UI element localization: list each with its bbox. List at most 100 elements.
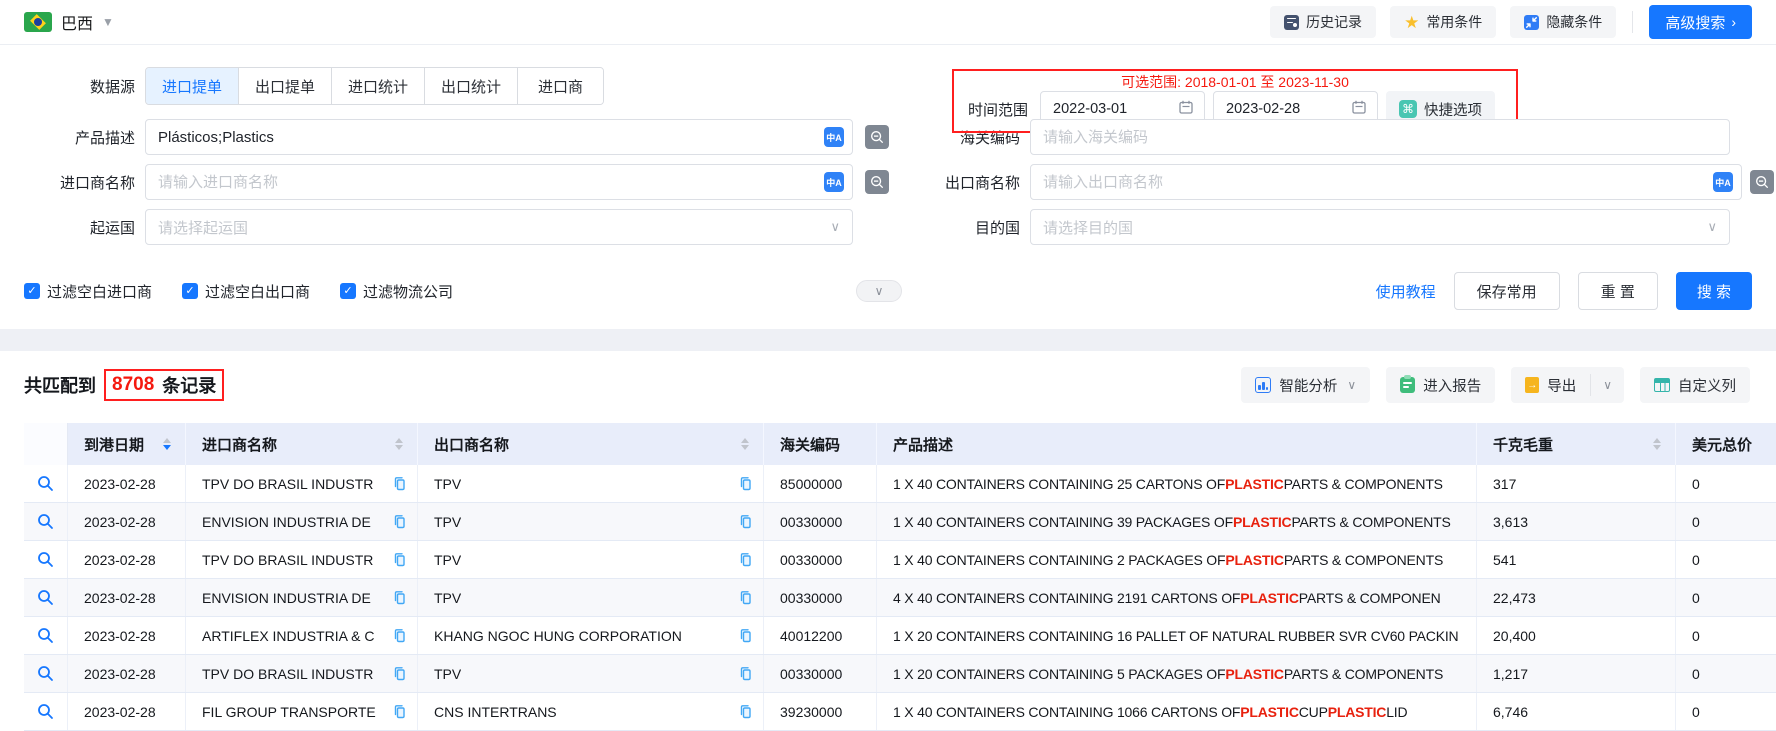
results-count: 8708 bbox=[112, 374, 155, 395]
enter-report-button[interactable]: 进入报告 bbox=[1386, 367, 1496, 403]
translate-icon[interactable]: 中A bbox=[824, 127, 844, 147]
copy-icon[interactable] bbox=[392, 476, 407, 491]
tutorial-link[interactable]: 使用教程 bbox=[1376, 281, 1436, 302]
dest-country-select[interactable]: 请选择目的国 ∨ bbox=[1030, 209, 1730, 245]
save-conditions-button[interactable]: 保存常用 bbox=[1453, 272, 1560, 310]
country-name: 巴西 bbox=[61, 16, 94, 33]
cell-usd-total: 0 bbox=[1692, 513, 1700, 530]
datasource-tab[interactable]: 进口提单 bbox=[146, 68, 239, 104]
row-detail-search-icon[interactable] bbox=[37, 551, 54, 568]
copy-icon[interactable] bbox=[392, 590, 407, 605]
table-row: 2023-02-28 FIL GROUP TRANSPORTE CNS INTE… bbox=[24, 693, 1776, 731]
search-button[interactable]: 搜 索 bbox=[1675, 272, 1752, 310]
cell-importer-name: TPV DO BRASIL INDUSTR bbox=[202, 665, 374, 682]
sort-icon[interactable] bbox=[1653, 438, 1661, 450]
origin-country-select[interactable]: 请选择起运国 ∨ bbox=[145, 209, 853, 245]
export-file-icon: → bbox=[1525, 377, 1540, 393]
cell-product-desc: 1 X 40 CONTAINERS CONTAINING 1066 CARTON… bbox=[877, 693, 1477, 730]
reset-button[interactable]: 重 置 bbox=[1577, 272, 1658, 310]
product-desc-input[interactable] bbox=[146, 120, 852, 154]
collapse-form-button[interactable]: ∨ bbox=[856, 280, 902, 302]
filter-checkbox[interactable]: ✓ 过滤空白出口商 bbox=[182, 281, 310, 302]
cell-product-desc: 1 X 20 CONTAINERS CONTAINING 5 PACKAGES … bbox=[877, 655, 1477, 692]
copy-icon[interactable] bbox=[738, 552, 753, 567]
copy-icon[interactable] bbox=[738, 628, 753, 643]
advanced-search-button[interactable]: 高级搜索 › bbox=[1649, 5, 1752, 39]
star-icon: ★ bbox=[1404, 12, 1420, 32]
sort-icon[interactable] bbox=[163, 438, 171, 450]
translate-icon[interactable]: 中A bbox=[824, 172, 844, 192]
cell-exporter-name: CNS INTERTRANS bbox=[434, 703, 557, 720]
column-header-label: 到港日期 bbox=[84, 436, 145, 454]
cell-usd-total: 0 bbox=[1692, 589, 1700, 606]
filter-checkbox[interactable]: ✓ 过滤物流公司 bbox=[340, 281, 453, 302]
importer-input[interactable] bbox=[146, 165, 852, 199]
exporter-input[interactable] bbox=[1031, 165, 1741, 199]
datasource-tab[interactable]: 出口提单 bbox=[238, 68, 332, 104]
exporter-label: 出口商名称 bbox=[944, 174, 1020, 192]
search-form: 数据源 进口提单 出口提单 进口统计 出口统计 进口商 可选范围: 2018-01-01… bbox=[0, 67, 1776, 329]
copy-icon[interactable] bbox=[738, 704, 753, 719]
export-button[interactable]: → 导出 bbox=[1511, 367, 1590, 403]
filter-checkbox[interactable]: ✓ 过滤空白进口商 bbox=[24, 281, 152, 302]
results-table: 到港日期 进口商名称 出口商名称 海关编码 产品描述 千克毛重 美元总价 202… bbox=[24, 423, 1776, 731]
cell-arrival-date: 2023-02-28 bbox=[68, 503, 186, 540]
importer-label: 进口商名称 bbox=[59, 174, 135, 192]
cell-arrival-date: 2023-02-28 bbox=[68, 579, 186, 616]
translate-icon[interactable]: 中A bbox=[1713, 172, 1733, 192]
custom-columns-button[interactable]: 自定义列 bbox=[1640, 367, 1750, 403]
row-detail-search-icon[interactable] bbox=[37, 665, 54, 682]
smart-analysis-button[interactable]: 智能分析 ∨ bbox=[1241, 367, 1371, 403]
cell-exporter-name: KHANG NGOC HUNG CORPORATION bbox=[434, 627, 682, 644]
favorite-conditions-button[interactable]: ★ 常用条件 bbox=[1390, 6, 1497, 38]
row-detail-search-icon[interactable] bbox=[37, 627, 54, 644]
datasource-tab[interactable]: 进口统计 bbox=[331, 68, 425, 104]
datasource-tab[interactable]: 进口商 bbox=[517, 68, 604, 104]
hide-label: 隐藏条件 bbox=[1546, 14, 1603, 30]
export-options-chevron[interactable]: ∨ bbox=[1591, 367, 1624, 403]
datasource-tab[interactable]: 出口统计 bbox=[424, 68, 518, 104]
dest-placeholder: 请选择目的国 bbox=[1043, 219, 1134, 237]
row-detail-search-icon[interactable] bbox=[37, 475, 54, 492]
product-desc-label: 产品描述 bbox=[74, 129, 135, 147]
checkbox-icon: ✓ bbox=[182, 283, 199, 299]
cell-product-desc: 1 X 20 CONTAINERS CONTAINING 16 PALLET O… bbox=[877, 617, 1477, 654]
column-header-label: 美元总价 bbox=[1692, 436, 1753, 454]
copy-icon[interactable] bbox=[392, 704, 407, 719]
row-detail-search-icon[interactable] bbox=[37, 589, 54, 606]
exact-match-icon[interactable] bbox=[865, 170, 889, 194]
row-detail-search-icon[interactable] bbox=[37, 703, 54, 720]
copy-icon[interactable] bbox=[392, 628, 407, 643]
sort-icon[interactable] bbox=[741, 438, 749, 450]
hscode-input[interactable] bbox=[1031, 120, 1729, 154]
cell-exporter-name: TPV bbox=[434, 513, 462, 530]
exact-match-icon[interactable] bbox=[865, 125, 889, 149]
cell-hs-code: 85000000 bbox=[764, 465, 877, 502]
row-detail-search-icon[interactable] bbox=[37, 513, 54, 530]
copy-icon[interactable] bbox=[738, 476, 753, 491]
copy-icon[interactable] bbox=[738, 590, 753, 605]
cell-weight-kg: 22,473 bbox=[1477, 579, 1676, 616]
copy-icon[interactable] bbox=[738, 666, 753, 681]
origin-country-label: 起运国 bbox=[89, 219, 135, 237]
copy-icon[interactable] bbox=[392, 552, 407, 567]
calendar-icon bbox=[1351, 99, 1367, 120]
cell-product-desc: 4 X 40 CONTAINERS CONTAINING 2191 CARTON… bbox=[877, 579, 1477, 616]
checkbox-icon: ✓ bbox=[24, 283, 40, 299]
history-label: 历史记录 bbox=[1306, 14, 1363, 30]
exact-match-icon[interactable] bbox=[1750, 170, 1774, 194]
copy-icon[interactable] bbox=[392, 666, 407, 681]
hide-conditions-button[interactable]: 隐藏条件 bbox=[1510, 6, 1617, 38]
cell-arrival-date: 2023-02-28 bbox=[68, 693, 186, 730]
copy-icon[interactable] bbox=[738, 514, 753, 529]
quick-options-label: 快捷选项 bbox=[1424, 102, 1482, 119]
start-date-value: 2022-03-01 bbox=[1053, 101, 1128, 117]
history-button[interactable]: 历史记录 bbox=[1270, 6, 1377, 38]
copy-icon[interactable] bbox=[392, 514, 407, 529]
country-selector[interactable]: 巴西 ▼ bbox=[24, 10, 114, 34]
origin-placeholder: 请选择起运国 bbox=[158, 219, 249, 237]
cell-exporter-name: TPV bbox=[434, 551, 462, 568]
datasource-tabs: 进口提单 出口提单 进口统计 出口统计 进口商 bbox=[145, 67, 605, 105]
sort-icon[interactable] bbox=[395, 438, 403, 450]
cell-usd-total: 0 bbox=[1692, 551, 1700, 568]
